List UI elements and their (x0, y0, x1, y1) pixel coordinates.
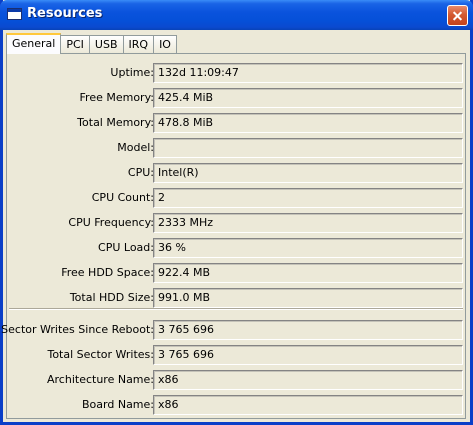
architecture-name-field[interactable]: x86 (153, 370, 463, 390)
cpu-load-row: CPU Load: 36 % (7, 238, 465, 258)
general-panel: Uptime: 132d 11:09:47 Free Memory: 425.4… (1, 53, 466, 419)
cpu-load-field[interactable]: 36 % (153, 238, 463, 258)
model-field[interactable] (153, 138, 463, 158)
sector-writes-since-reboot-row: Sector Writes Since Reboot: 3 765 696 (1, 320, 465, 340)
board-name-row: Board Name: x86 (7, 395, 465, 415)
tab-pci[interactable]: PCI (60, 35, 90, 53)
title-bar[interactable]: Resources (0, 0, 473, 30)
model-row: Model: (7, 138, 465, 158)
sector-writes-since-reboot-label: Sector Writes Since Reboot: (1, 323, 154, 336)
free-hdd-space-field[interactable]: 922.4 MB (153, 263, 463, 283)
uptime-label: Uptime: (110, 66, 154, 79)
window-icon (7, 8, 22, 20)
architecture-name-row: Architecture Name: x86 (7, 370, 465, 390)
tab-io[interactable]: IO (153, 35, 177, 53)
board-name-field[interactable]: x86 (153, 395, 463, 415)
total-hdd-size-field[interactable]: 991.0 MB (153, 288, 463, 308)
free-hdd-space-row: Free HDD Space: 922.4 MB (7, 263, 465, 283)
total-memory-field[interactable]: 478.8 MiB (153, 113, 463, 133)
tab-general[interactable]: General (6, 33, 62, 54)
section-divider (9, 308, 463, 310)
tab-irq[interactable]: IRQ (122, 35, 155, 53)
cpu-count-row: CPU Count: 2 (7, 188, 465, 208)
architecture-name-label: Architecture Name: (47, 373, 154, 386)
board-name-label: Board Name: (82, 398, 154, 411)
cpu-load-label: CPU Load: (98, 241, 154, 254)
total-sector-writes-label: Total Sector Writes: (47, 348, 154, 361)
cpu-label: CPU: (127, 166, 154, 179)
sector-writes-since-reboot-field[interactable]: 3 765 696 (153, 320, 463, 340)
total-hdd-size-row: Total HDD Size: 991.0 MB (7, 288, 465, 308)
total-memory-row: Total Memory: 478.8 MiB (7, 113, 465, 133)
window-title: Resources (27, 6, 103, 21)
tab-strip: General PCI USB IRQ IO (6, 33, 177, 54)
cpu-frequency-row: CPU Frequency: 2333 MHz (7, 213, 465, 233)
tab-usb[interactable]: USB (88, 35, 124, 53)
uptime-row: Uptime: 132d 11:09:47 (7, 63, 465, 83)
free-memory-row: Free Memory: 425.4 MiB (7, 88, 465, 108)
total-sector-writes-row: Total Sector Writes: 3 765 696 (7, 345, 465, 365)
free-memory-label: Free Memory: (79, 91, 154, 104)
free-hdd-space-label: Free HDD Space: (61, 266, 154, 279)
total-memory-label: Total Memory: (77, 116, 154, 129)
model-label: Model: (117, 141, 154, 154)
cpu-row: CPU: Intel(R) (7, 163, 465, 183)
free-memory-field[interactable]: 425.4 MiB (153, 88, 463, 108)
cpu-field[interactable]: Intel(R) (153, 163, 463, 183)
close-icon[interactable] (447, 5, 468, 26)
total-hdd-size-label: Total HDD Size: (69, 291, 154, 304)
cpu-count-label: CPU Count: (91, 191, 154, 204)
cpu-frequency-label: CPU Frequency: (68, 216, 154, 229)
uptime-field[interactable]: 132d 11:09:47 (153, 63, 463, 83)
total-sector-writes-field[interactable]: 3 765 696 (153, 345, 463, 365)
cpu-frequency-field[interactable]: 2333 MHz (153, 213, 463, 233)
cpu-count-field[interactable]: 2 (153, 188, 463, 208)
